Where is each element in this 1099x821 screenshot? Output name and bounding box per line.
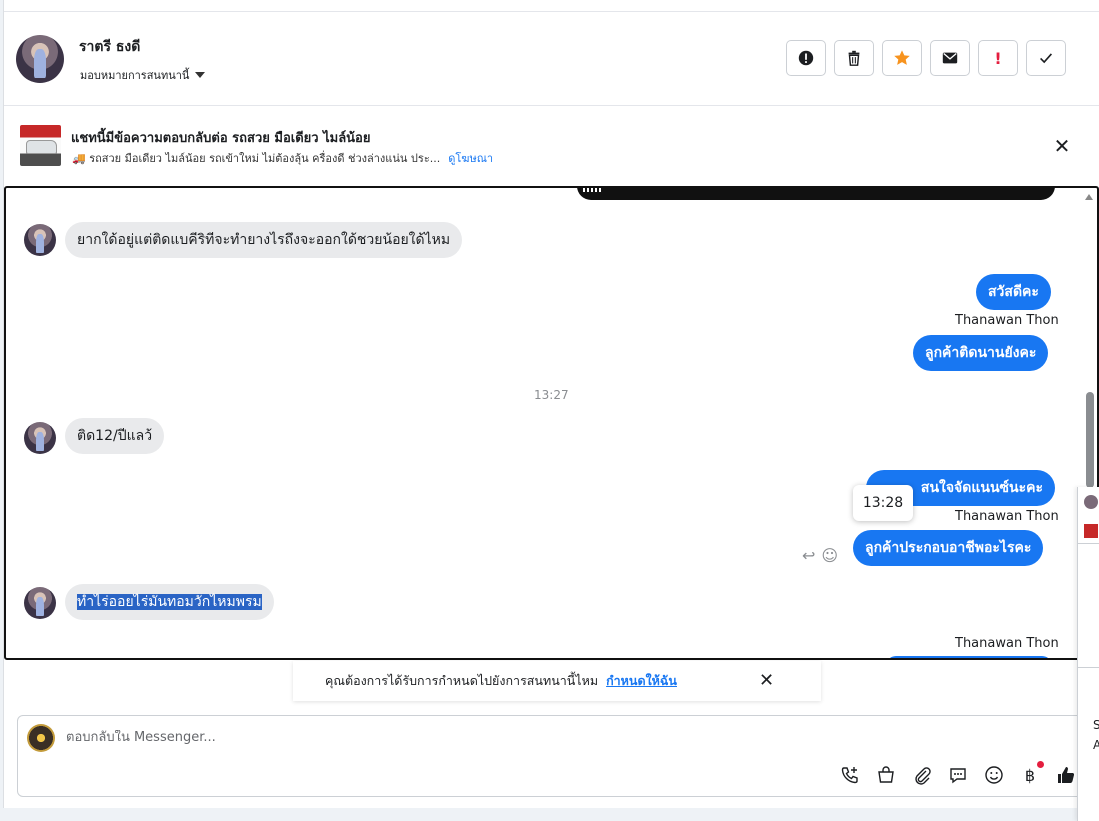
side-text-1: S [1093,718,1099,732]
contact-avatar-small [24,422,56,454]
sender-name: Thanawan Thon [955,636,1059,651]
contact-avatar-small [24,224,56,256]
notification-dot [1037,761,1044,768]
delete-button[interactable] [834,40,874,76]
chat-head-ad-thumbnail[interactable] [1084,524,1098,538]
reply-input[interactable] [66,730,766,745]
done-button[interactable] [1026,40,1066,76]
reply-icon[interactable]: ↩ [802,546,815,565]
selected-text: ทำไร่ออยไร่มันทอมวักไหมพรม [77,594,262,610]
conversation-actions: ! [786,40,1066,76]
scroll-up-arrow[interactable] [1085,194,1093,200]
outgoing-message[interactable]: สวัสดีคะ [976,274,1051,310]
alert-circle-icon [798,50,814,66]
outgoing-message[interactable]: ลูกค้าประกอบอาชีพอะไรคะ [853,530,1044,566]
time-tooltip: 13:28 [853,485,913,521]
thumbs-up-icon[interactable] [1054,763,1078,787]
paperclip-icon[interactable] [910,763,934,787]
chat-head-avatar[interactable] [1084,495,1098,509]
divider [1078,543,1099,544]
assign-label: มอบหมายการสนทนานี้ [80,69,190,82]
spam-button[interactable] [786,40,826,76]
assign-conversation-dropdown[interactable]: มอบหมายการสนทนานี้ [80,66,206,84]
shop-bag-icon[interactable] [874,763,898,787]
assign-to-me-link[interactable]: กำหนดให้ฉัน [606,671,677,691]
reply-composer: ฿ [17,715,1091,797]
mark-unread-button[interactable] [930,40,970,76]
message-thread: ยากใด้อยู่แต่ติดแบคีริทีจะทำยางไรถึงจะออ… [4,186,1099,660]
star-icon [894,50,910,65]
top-divider [4,0,1099,12]
close-icon[interactable]: ✕ [1050,134,1074,158]
message-hover-actions: ↩ ☺ [802,546,838,565]
baht-icon[interactable]: ฿ [1018,761,1044,787]
incoming-message[interactable]: ทำไร่ออยไร่มันทอมวักไหมพรม [65,584,274,620]
outgoing-message[interactable]: ลูกค้าติดนานยังคะ [913,335,1049,371]
ad-title: แชทนี้มีข้อความตอบกลับต่อ รถสวย มือเดียว… [71,131,371,146]
assign-prompt-banner: คุณต้องการได้รับการกำหนดไปยังการสนทนานี้… [293,661,821,701]
follow-up-button[interactable]: ! [978,40,1018,76]
check-icon [1040,53,1053,64]
conversation-header: ราตรี ธงดี มอบหมายการสนทนานี้ ! [4,12,1099,106]
conversation-panel: ราตรี ธงดี มอบหมายการสนทนานี้ ! แชทนี้มี… [3,0,1099,808]
react-icon[interactable]: ☺ [821,546,838,565]
side-text-2: A [1093,738,1099,752]
trash-icon [848,50,860,66]
caret-down-icon [195,72,206,78]
side-chat-panel: S A [1077,487,1099,821]
exclamation-icon: ! [994,48,1002,68]
scrollbar-thumb[interactable] [1086,392,1094,488]
contact-avatar[interactable] [16,35,64,83]
ad-subtitle: 🚚 รถสวย มือเดียว ไมล์น้อย รถเข้าใหม่ ไม่… [72,152,441,165]
envelope-icon [942,52,958,64]
sender-name: Thanawan Thon [955,509,1059,524]
sender-name: Thanawan Thon [955,313,1059,328]
incoming-message[interactable]: ยากใด้อยู่แต่ติดแบคีริทีจะทำยางไรถึงจะออ… [65,222,463,258]
ad-subtitle-row: 🚚 รถสวย มือเดียว ไมล์น้อย รถเข้าใหม่ ไม่… [72,149,493,167]
call-icon[interactable] [838,763,862,787]
contact-avatar-small [24,587,56,619]
timestamp: 13:27 [534,388,569,402]
close-icon[interactable]: ✕ [759,670,774,691]
emoji-icon[interactable] [982,763,1006,787]
star-button[interactable] [882,40,922,76]
shared-image[interactable] [577,188,1055,200]
view-ad-link[interactable]: ดูโฆษณา [448,149,493,167]
incoming-message[interactable]: ติด12/ปีแลว้ [65,418,165,454]
composer-toolbar: ฿ [838,761,1078,787]
page-avatar [27,724,55,752]
assign-prompt-text: คุณต้องการได้รับการกำหนดไปยังการสนทนานี้… [325,673,599,688]
ad-context-banner: แชทนี้มีข้อความตอบกลับต่อ รถสวย มือเดียว… [4,106,1099,186]
ad-thumbnail[interactable] [20,125,61,166]
chat-bubble-icon[interactable] [946,763,970,787]
outgoing-message-partial[interactable] [886,656,1052,658]
contact-name[interactable]: ราตรี ธงดี [79,36,140,58]
